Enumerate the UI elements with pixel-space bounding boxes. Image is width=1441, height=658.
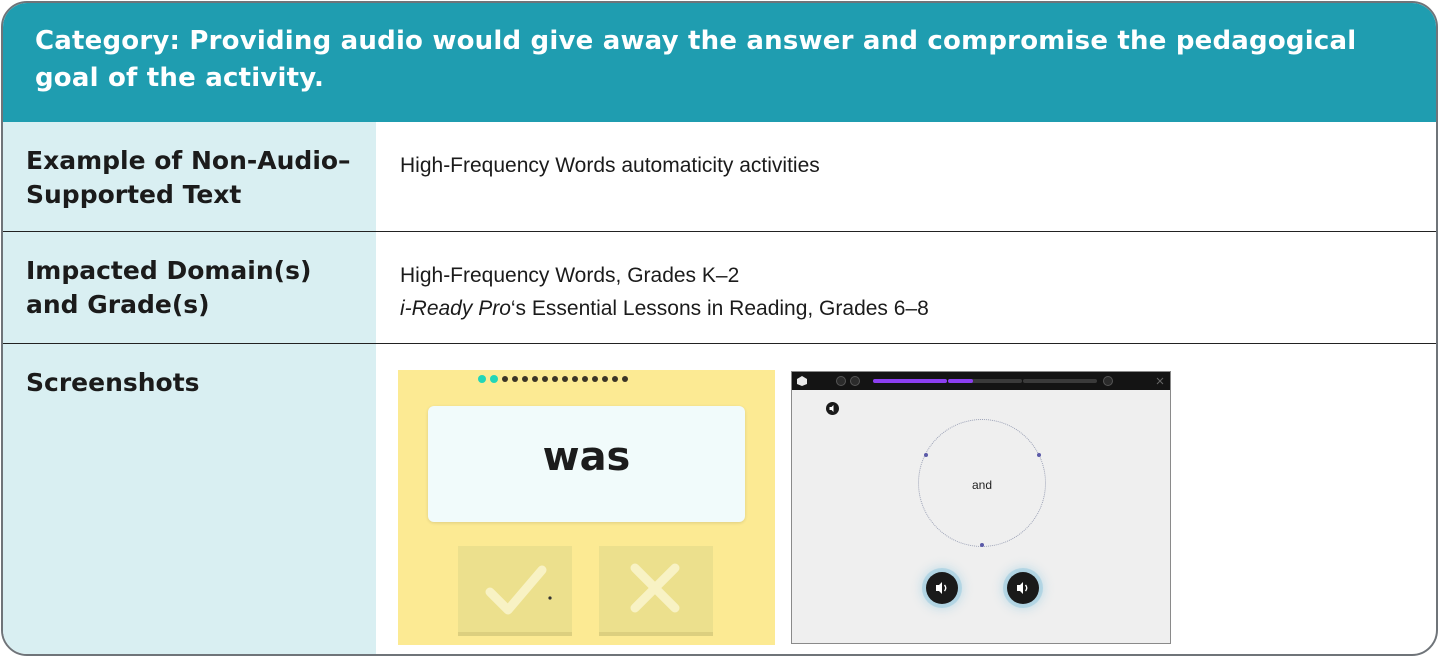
- circle-marker: [924, 453, 928, 457]
- activity-top-bar: [792, 372, 1170, 390]
- audio-option-2: [1007, 572, 1039, 604]
- speaker-icon: [826, 402, 839, 415]
- domain-value-line-2: i-Ready Pro‘s Essential Lessons in Readi…: [400, 292, 1436, 325]
- row-label-example: Example of Non-Audio–Supported Text: [26, 146, 351, 209]
- progress-dots: [478, 375, 628, 383]
- settings-icon: [850, 376, 860, 386]
- progress-dot: [562, 376, 568, 382]
- target-word: and: [971, 478, 993, 492]
- progress-dot: [532, 376, 538, 382]
- word-card: was: [428, 406, 745, 522]
- progress-segment-3: [1023, 379, 1097, 383]
- progress-segment-1: [873, 379, 947, 383]
- progress-dot: [582, 376, 588, 382]
- domain-value-line-1: High-Frequency Words, Grades K–2: [400, 264, 740, 287]
- check-icon: [485, 565, 552, 615]
- progress-dot: [612, 376, 618, 382]
- value-cell: High-Frequency Words, Grades K–2 i-Ready…: [376, 232, 1436, 343]
- x-button: [599, 546, 713, 632]
- pause-icon: [1103, 376, 1113, 386]
- info-icon: [836, 376, 846, 386]
- screenshot-flashcard: was: [398, 370, 775, 645]
- progress-dot: [572, 376, 578, 382]
- progress-dot: [542, 376, 548, 382]
- progress-dot: [502, 376, 508, 382]
- progress-dot: [522, 376, 528, 382]
- category-title: Category: Providing audio would give awa…: [35, 26, 1357, 93]
- progress-dot: [622, 376, 628, 382]
- domain-row: Impacted Domain(s) and Grade(s) High-Fre…: [3, 232, 1436, 344]
- progress-dot-complete: [490, 375, 498, 383]
- label-cell: Screenshots: [3, 344, 376, 654]
- progress-segment-2: [948, 379, 1022, 383]
- progress-dot: [592, 376, 598, 382]
- row-label-screenshots: Screenshots: [26, 368, 200, 397]
- speaker-icon: [936, 582, 947, 594]
- label-cell: Impacted Domain(s) and Grade(s): [3, 232, 376, 343]
- product-name: i-Ready Pro: [400, 297, 511, 320]
- circle-marker: [1037, 453, 1041, 457]
- check-button: [458, 546, 572, 632]
- example-row: Example of Non-Audio–Supported Text High…: [3, 122, 1436, 232]
- speaker-icon: [1017, 582, 1028, 594]
- x-icon: [630, 563, 680, 613]
- example-value: High-Frequency Words automaticity activi…: [400, 154, 820, 177]
- progress-dot: [602, 376, 608, 382]
- progress-dot: [512, 376, 518, 382]
- close-icon: [1156, 377, 1164, 385]
- progress-dot: [552, 376, 558, 382]
- domain-value-suffix: ‘s Essential Lessons in Reading, Grades …: [510, 297, 929, 320]
- card-header: Category: Providing audio would give awa…: [3, 3, 1436, 122]
- circle-marker: [980, 543, 984, 547]
- app-logo-icon: [797, 376, 807, 386]
- label-cell: Example of Non-Audio–Supported Text: [3, 122, 376, 231]
- screenshot-word-circle: and: [791, 371, 1171, 644]
- sight-word: was: [542, 434, 631, 480]
- progress-dot-complete: [478, 375, 486, 383]
- row-label-domain: Impacted Domain(s) and Grade(s): [26, 256, 312, 319]
- audio-option-1: [926, 572, 958, 604]
- value-cell: High-Frequency Words automaticity activi…: [376, 122, 1436, 231]
